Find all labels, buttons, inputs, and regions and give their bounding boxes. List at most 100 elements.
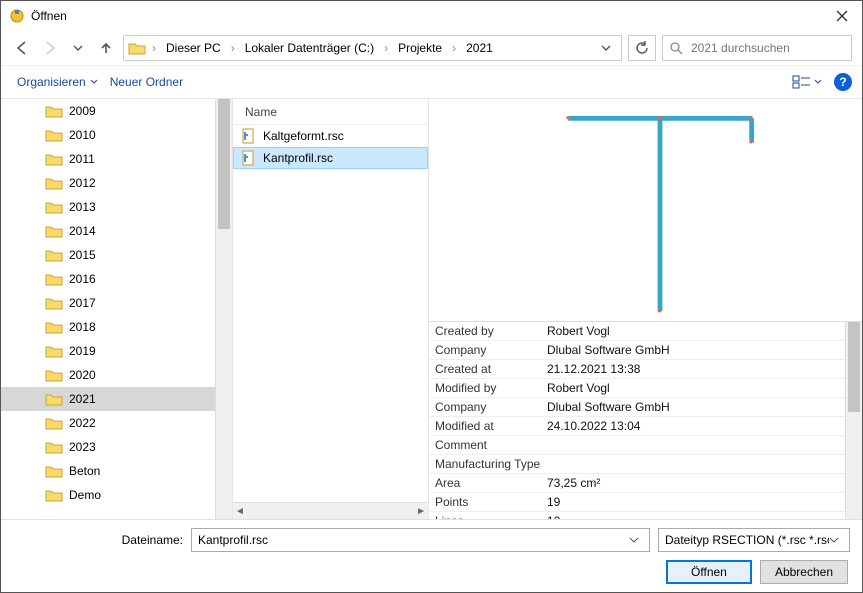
- tree-item-label: 2010: [69, 128, 96, 142]
- property-key: Area: [429, 476, 547, 490]
- property-key: Created at: [429, 362, 547, 376]
- folder-icon: [45, 103, 63, 119]
- chevron-down-icon[interactable]: [629, 535, 649, 545]
- tree-item[interactable]: 2018: [1, 315, 232, 339]
- folder-icon: [45, 247, 63, 263]
- tree-item[interactable]: 2015: [1, 243, 232, 267]
- window-title: Öffnen: [31, 9, 822, 23]
- chevron-down-icon[interactable]: [829, 535, 849, 545]
- tree-item-label: Demo: [69, 488, 101, 502]
- filename-label: Dateiname:: [13, 533, 183, 547]
- address-dropdown-icon[interactable]: [595, 43, 617, 53]
- footer: Dateiname: Dateityp RSECTION (*.rsc *.rs…: [1, 519, 862, 592]
- forward-button[interactable]: [39, 37, 61, 59]
- folder-icon: [45, 223, 63, 239]
- tree-item-label: 2019: [69, 344, 96, 358]
- titlebar: Öffnen: [1, 1, 862, 31]
- tree-item[interactable]: 2020: [1, 363, 232, 387]
- property-value: Dlubal Software GmbH: [547, 343, 845, 357]
- search-input[interactable]: [689, 40, 848, 56]
- tree-item[interactable]: 2014: [1, 219, 232, 243]
- property-row: Lines12: [429, 512, 845, 519]
- property-key: Modified at: [429, 419, 547, 433]
- folder-tree: 2009 2010 20112012 2013 2014 2015 20162017 2018…: [1, 99, 233, 519]
- help-button[interactable]: ?: [834, 73, 852, 91]
- property-key: Company: [429, 400, 547, 414]
- breadcrumb[interactable]: Lokaler Datenträger (C:): [241, 39, 378, 57]
- folder-icon: [45, 319, 63, 335]
- tree-item-label: 2015: [69, 248, 96, 262]
- folder-icon: [45, 199, 63, 215]
- property-row: Modified at24.10.2022 13:04: [429, 417, 845, 436]
- organize-menu[interactable]: Organisieren: [11, 71, 104, 93]
- file-row[interactable]: Kantprofil.rsc: [233, 147, 428, 169]
- tree-item[interactable]: 2009: [1, 99, 232, 123]
- open-button[interactable]: Öffnen: [666, 560, 752, 584]
- back-button[interactable]: [11, 37, 33, 59]
- tree-item-label: 2018: [69, 320, 96, 334]
- property-value: 19: [547, 495, 845, 509]
- folder-icon: [45, 295, 63, 311]
- tree-item[interactable]: 2019: [1, 339, 232, 363]
- filetype-combo[interactable]: Dateityp RSECTION (*.rsc *.rscb: [658, 528, 850, 552]
- folder-icon: [45, 487, 63, 503]
- tree-item[interactable]: 2022: [1, 411, 232, 435]
- tree-item[interactable]: 2010: [1, 123, 232, 147]
- tree-item-label: 2020: [69, 368, 96, 382]
- tree-item-label: 2013: [69, 200, 96, 214]
- body: 2009 2010 20112012 2013 2014 2015 20162017 2018…: [1, 99, 862, 519]
- up-button[interactable]: [95, 37, 117, 59]
- tree-item[interactable]: 2017: [1, 291, 232, 315]
- scrollbar[interactable]: [215, 99, 232, 519]
- folder-icon: [45, 271, 63, 287]
- filename-input[interactable]: [192, 533, 629, 547]
- column-header-name[interactable]: Name: [233, 99, 428, 125]
- toolbar: Organisieren Neuer Ordner ?: [1, 65, 862, 99]
- preview-canvas: [429, 99, 862, 321]
- recent-dropdown-icon[interactable]: [67, 37, 89, 59]
- close-button[interactable]: [822, 1, 862, 31]
- property-key: Lines: [429, 514, 547, 519]
- tree-item[interactable]: 2021: [1, 387, 232, 411]
- refresh-button[interactable]: [628, 35, 656, 61]
- property-key: Points: [429, 495, 547, 509]
- property-value: 24.10.2022 13:04: [547, 419, 845, 433]
- chevron-right-icon[interactable]: ›: [148, 41, 160, 55]
- property-key: Created by: [429, 324, 547, 338]
- breadcrumb[interactable]: Projekte: [394, 39, 446, 57]
- tree-item[interactable]: Demo: [1, 483, 232, 507]
- file-list: Name Kaltgeformt.rscKantprofil.rsc ◄►: [233, 99, 429, 519]
- tree-item[interactable]: 2013: [1, 195, 232, 219]
- tree-item[interactable]: 2011: [1, 147, 232, 171]
- property-row: Created at21.12.2021 13:38: [429, 360, 845, 379]
- property-value: Robert Vogl: [547, 324, 845, 338]
- tree-item[interactable]: Beton: [1, 459, 232, 483]
- property-row: Comment: [429, 436, 845, 455]
- address-bar[interactable]: › Dieser PC › Lokaler Datenträger (C:) ›…: [123, 35, 622, 61]
- scrollbar[interactable]: [845, 322, 862, 519]
- chevron-right-icon[interactable]: ›: [448, 41, 460, 55]
- cancel-button[interactable]: Abbrechen: [760, 560, 848, 584]
- folder-icon: [45, 151, 63, 167]
- tree-item-label: 2022: [69, 416, 96, 430]
- tree-item[interactable]: 2023: [1, 435, 232, 459]
- tree-item[interactable]: 2016: [1, 267, 232, 291]
- new-folder-button[interactable]: Neuer Ordner: [104, 71, 189, 93]
- property-key: Manufacturing Type: [429, 457, 547, 471]
- tree-item[interactable]: 2012: [1, 171, 232, 195]
- search-icon: [669, 41, 683, 55]
- file-icon: [241, 150, 257, 166]
- folder-icon: [45, 415, 63, 431]
- properties-list: Created byRobert Vogl Company Dlubal Softw…: [429, 321, 862, 519]
- chevron-down-icon: [814, 78, 822, 86]
- search-box[interactable]: [662, 35, 852, 61]
- scrollbar[interactable]: ◄►: [233, 502, 428, 519]
- breadcrumb[interactable]: 2021: [462, 39, 497, 57]
- breadcrumb[interactable]: Dieser PC: [162, 39, 225, 57]
- filename-combo[interactable]: [191, 528, 650, 552]
- file-row[interactable]: Kaltgeformt.rsc: [233, 125, 428, 147]
- property-row: Manufacturing Type: [429, 455, 845, 474]
- chevron-right-icon[interactable]: ›: [227, 41, 239, 55]
- chevron-right-icon[interactable]: ›: [380, 41, 392, 55]
- view-mode-button[interactable]: [788, 73, 826, 91]
